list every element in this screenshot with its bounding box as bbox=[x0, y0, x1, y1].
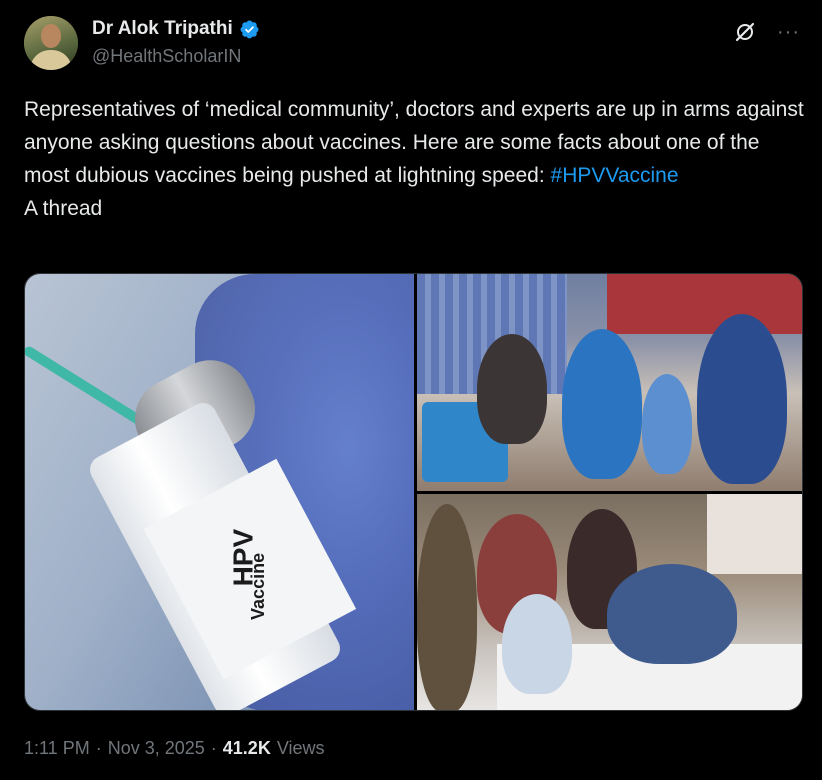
media-image-vaccination-drive[interactable] bbox=[417, 494, 802, 710]
person-shape bbox=[642, 374, 692, 474]
media-image-vaccine-vial[interactable]: HPV Vaccine bbox=[25, 274, 414, 710]
poster-shape bbox=[707, 494, 802, 574]
meta-separator: · bbox=[95, 738, 102, 758]
avatar-face bbox=[41, 24, 61, 48]
hashtag-link[interactable]: #HPVVaccine bbox=[551, 164, 679, 187]
wall-shape bbox=[607, 274, 802, 334]
person-shape bbox=[417, 504, 477, 710]
person-shape bbox=[477, 334, 547, 444]
post-date[interactable]: Nov 3, 2025 bbox=[108, 738, 205, 759]
tweet: Dr Alok Tripathi @HealthScholarIN ··· Re… bbox=[0, 0, 822, 780]
vial-label-subtext: Vaccine bbox=[248, 552, 269, 620]
author-handle[interactable]: @HealthScholarIN bbox=[92, 46, 241, 67]
avatar[interactable] bbox=[24, 16, 78, 70]
post-meta: 1:11 PM · Nov 3, 2025 · 41.2K Views bbox=[24, 738, 325, 759]
person-shape bbox=[697, 314, 787, 484]
grok-icon[interactable] bbox=[733, 20, 757, 44]
meta-separator: · bbox=[210, 738, 217, 758]
views-label: Views bbox=[276, 738, 325, 758]
top-actions: ··· bbox=[733, 20, 800, 44]
media-image-vaccination-camp[interactable] bbox=[417, 274, 802, 491]
author-row: Dr Alok Tripathi bbox=[92, 18, 260, 40]
post-time[interactable]: 1:11 PM bbox=[24, 738, 90, 759]
post-text-main: Representatives of ‘medical community’, … bbox=[24, 98, 804, 187]
person-shape bbox=[562, 329, 642, 479]
views-count[interactable]: 41.2K bbox=[223, 738, 271, 759]
post-text-thread: A thread bbox=[24, 197, 103, 220]
verified-badge-icon[interactable] bbox=[239, 19, 260, 40]
media-grid: HPV Vaccine bbox=[24, 273, 803, 711]
person-shape bbox=[607, 564, 737, 664]
more-icon[interactable]: ··· bbox=[777, 22, 800, 42]
author-name[interactable]: Dr Alok Tripathi bbox=[92, 18, 233, 40]
post-text: Representatives of ‘medical community’, … bbox=[24, 93, 804, 225]
person-shape bbox=[502, 594, 572, 694]
